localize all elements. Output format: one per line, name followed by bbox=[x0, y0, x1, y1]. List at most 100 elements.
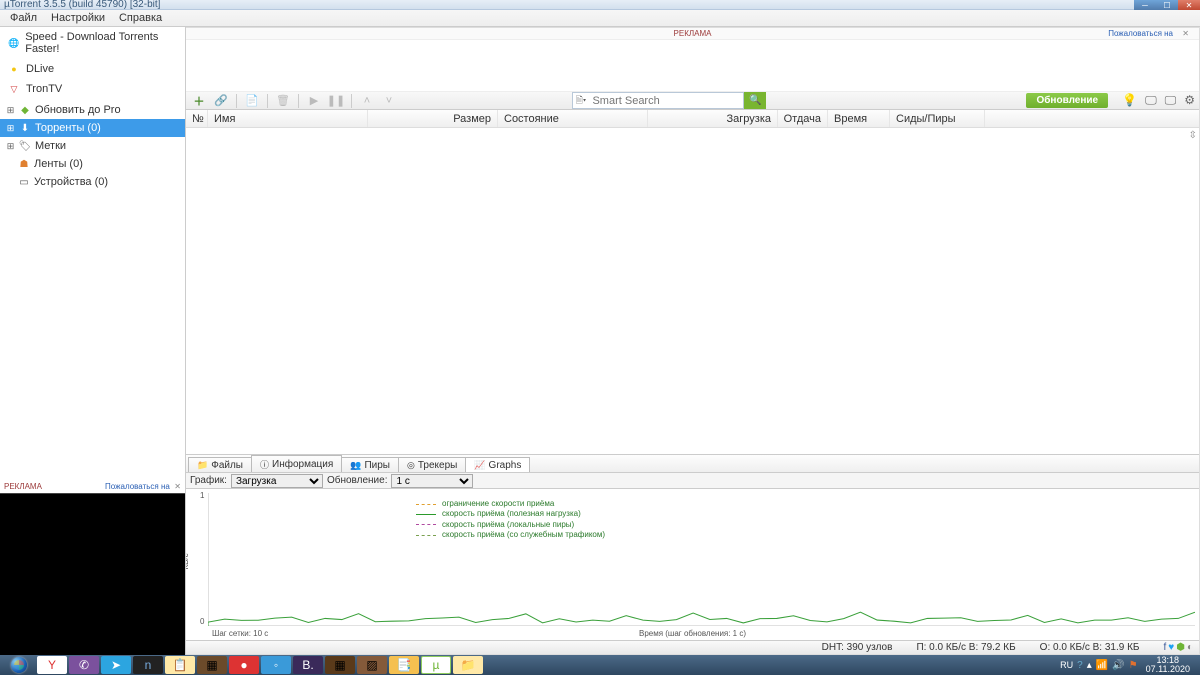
remote-icon[interactable]: 🖵 bbox=[1145, 93, 1157, 108]
antivirus-icon[interactable]: 💡 bbox=[1122, 93, 1137, 108]
info-icon: ⓘ bbox=[260, 458, 269, 471]
graph-xlab-left: Шаг сетки: 10 с bbox=[212, 629, 268, 638]
facebook-icon[interactable]: f bbox=[1164, 642, 1167, 653]
tray-action-icon[interactable]: ⚑ bbox=[1129, 660, 1138, 671]
sidebar-item-labels[interactable]: ⊞ 🏷 Метки bbox=[0, 137, 185, 155]
taskbar-app-b[interactable]: B. bbox=[293, 656, 323, 674]
search-context-button[interactable]: 🗎▾ bbox=[572, 92, 588, 109]
taskbar-app-explorer[interactable]: 📁 bbox=[453, 656, 483, 674]
app-statusbar: DHT: 390 узлов П: 0.0 КБ/с В: 79.2 КБ О:… bbox=[186, 640, 1199, 654]
graph-type-select[interactable]: Загрузка bbox=[231, 474, 323, 488]
col-download[interactable]: Загрузка bbox=[648, 110, 778, 127]
graph-svg bbox=[208, 493, 1195, 626]
tray-lang[interactable]: RU bbox=[1060, 660, 1073, 670]
tab-info[interactable]: ⓘИнформация bbox=[251, 455, 342, 472]
detail-tabs: 📁Файлы ⓘИнформация 👥Пиры ◎Трекеры 📈Graph… bbox=[186, 454, 1199, 472]
tray-help-icon[interactable]: ? bbox=[1077, 660, 1083, 671]
col-time[interactable]: Время bbox=[828, 110, 890, 127]
sidebar-item-devices[interactable]: ▭ Устройства (0) bbox=[0, 173, 185, 191]
system-tray: RU ? ▴ 📶 🔊 ⚑ 13:18 07.11.2020 bbox=[1060, 656, 1198, 674]
tab-peers[interactable]: 👥Пиры bbox=[341, 457, 399, 472]
taskbar-app-utorrent[interactable]: µ bbox=[421, 656, 451, 674]
taskbar-app-dup[interactable]: 📑 bbox=[389, 656, 419, 674]
pause-button: ❚❚ bbox=[327, 94, 345, 108]
tray-network-icon[interactable]: 📶 bbox=[1096, 660, 1108, 671]
top-ad-complain[interactable]: Пожаловаться на bbox=[1108, 29, 1173, 38]
tray-flag-icon[interactable]: ▴ bbox=[1087, 660, 1092, 671]
tab-graphs[interactable]: 📈Graphs bbox=[465, 457, 530, 473]
move-up-button: ˄ bbox=[358, 94, 376, 108]
sidebar-upgrade-label: Обновить до Pro bbox=[35, 104, 121, 116]
search-button[interactable]: 🔍 bbox=[744, 92, 766, 109]
taskbar-app-nox[interactable]: n bbox=[133, 656, 163, 674]
folder-icon: 📁 bbox=[197, 460, 208, 471]
promo-item[interactable]: 🌐Speed - Download Torrents Faster! bbox=[0, 27, 185, 59]
taskbar-app-minecraft[interactable]: ▦ bbox=[197, 656, 227, 674]
sidebar-ad-box[interactable] bbox=[0, 493, 185, 655]
sidebar-item-upgrade[interactable]: ⊞ ◆ Обновить до Pro bbox=[0, 101, 185, 119]
table-header: № Имя Размер Состояние Загрузка Отдача В… bbox=[186, 110, 1199, 128]
twitter-icon[interactable]: ♥ bbox=[1168, 642, 1174, 653]
col-seeds[interactable]: Сиды/Пиры bbox=[890, 110, 985, 127]
taskbar-app-notes[interactable]: 📋 bbox=[165, 656, 195, 674]
col-size[interactable]: Размер bbox=[368, 110, 498, 127]
promo-item[interactable]: ● DLive bbox=[0, 59, 185, 79]
promo-icon: ● bbox=[8, 63, 20, 75]
sidebar-item-torrents[interactable]: ⊞ ⬇ Торренты (0) bbox=[0, 119, 185, 137]
add-url-button[interactable]: 🔗 bbox=[212, 94, 230, 108]
upgrade-button[interactable]: Обновление bbox=[1026, 93, 1108, 108]
search-input[interactable] bbox=[588, 92, 744, 109]
add-torrent-button[interactable]: ＋ bbox=[190, 94, 208, 108]
top-ad-space[interactable] bbox=[186, 40, 1199, 92]
close-button[interactable]: ✕ bbox=[1178, 0, 1200, 10]
top-ad-bar: РЕКЛАМА Пожаловаться на ✕ bbox=[186, 28, 1199, 40]
toolbar-separator bbox=[298, 94, 299, 108]
top-ad-close[interactable]: ✕ bbox=[1182, 29, 1189, 38]
menu-help[interactable]: Справка bbox=[113, 10, 168, 26]
tray-datetime[interactable]: 13:18 07.11.2020 bbox=[1142, 656, 1194, 674]
help-icon[interactable]: ◐ bbox=[1187, 642, 1193, 653]
remove-button: 🗑 bbox=[274, 94, 292, 108]
expand-icon: ⊞ bbox=[6, 142, 15, 151]
sidebar-item-feeds[interactable]: ☗ Ленты (0) bbox=[0, 155, 185, 173]
taskbar-app-texture[interactable]: ▨ bbox=[357, 656, 387, 674]
maximize-button[interactable]: ☐ bbox=[1156, 0, 1178, 10]
share-icon[interactable]: ⬢ bbox=[1176, 642, 1185, 653]
menu-file[interactable]: Файл bbox=[4, 10, 43, 26]
minimize-button[interactable]: ─ bbox=[1134, 0, 1156, 10]
tab-files[interactable]: 📁Файлы bbox=[188, 457, 252, 472]
window-title: µTorrent 3.5.5 (build 45790) [32-bit] bbox=[4, 0, 160, 10]
remote2-icon[interactable]: 🖵 bbox=[1165, 93, 1177, 108]
taskbar-app-amongus[interactable]: ● bbox=[229, 656, 259, 674]
menu-settings[interactable]: Настройки bbox=[45, 10, 111, 26]
taskbar-app-shield[interactable]: ◦ bbox=[261, 656, 291, 674]
sidebar-ad-close[interactable]: ✕ bbox=[174, 482, 181, 491]
graph-label: График: bbox=[190, 475, 227, 486]
tray-volume-icon[interactable]: 🔊 bbox=[1112, 660, 1124, 671]
status-dht: DHT: 390 узлов bbox=[822, 642, 893, 653]
col-num[interactable]: № bbox=[186, 110, 208, 127]
promo-item[interactable]: ▽TronTV bbox=[0, 79, 185, 99]
status-upload: О: 0.0 КБ/с В: 31.9 КБ bbox=[1040, 642, 1140, 653]
panel-toggle-icon[interactable]: ⇳ bbox=[1189, 130, 1197, 141]
col-upload[interactable]: Отдача bbox=[778, 110, 828, 127]
taskbar-app-yandex[interactable]: Y bbox=[37, 656, 67, 674]
taskbar-app-viber[interactable]: ✆ bbox=[69, 656, 99, 674]
sidebar-tree: ⊞ ◆ Обновить до Pro ⊞ ⬇ Торренты (0) ⊞ 🏷… bbox=[0, 99, 185, 480]
promo-text: DLive bbox=[26, 63, 54, 75]
taskbar-app-mc2[interactable]: ▦ bbox=[325, 656, 355, 674]
graph-controls: График: Загрузка Обновление: 1 с bbox=[186, 472, 1199, 488]
graphs-icon: 📈 bbox=[474, 460, 485, 471]
sidebar-ad-complain[interactable]: Пожаловаться на bbox=[105, 482, 170, 491]
settings-icon[interactable]: ⚙ bbox=[1184, 93, 1195, 108]
toolbar-separator bbox=[236, 94, 237, 108]
taskbar-app-telegram[interactable]: ➤ bbox=[101, 656, 131, 674]
upgrade-pro-icon: ◆ bbox=[19, 104, 31, 116]
tab-trackers[interactable]: ◎Трекеры bbox=[398, 457, 466, 472]
start-button[interactable] bbox=[2, 655, 36, 675]
create-torrent-button[interactable]: 📄 bbox=[243, 94, 261, 108]
col-name[interactable]: Имя bbox=[208, 110, 368, 127]
col-state[interactable]: Состояние bbox=[498, 110, 648, 127]
graph-update-select[interactable]: 1 с bbox=[391, 474, 473, 488]
promo-text: Speed - Download Torrents Faster! bbox=[25, 31, 177, 55]
